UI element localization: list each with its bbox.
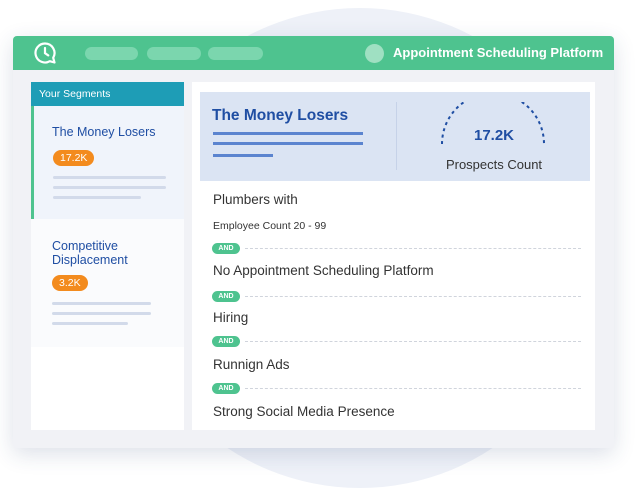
criteria-item: Strong Social Media Presence xyxy=(213,404,395,419)
criteria-divider xyxy=(245,248,581,249)
chat-bubble-clock-icon[interactable] xyxy=(33,41,57,65)
segment-count-badge: 17.2K xyxy=(53,150,95,166)
nav-placeholder-2[interactable] xyxy=(147,47,201,60)
criteria-divider xyxy=(245,388,581,389)
criteria-divider xyxy=(245,296,581,297)
placeholder-line xyxy=(52,312,151,315)
prospects-count-value: 17.2K xyxy=(473,127,515,144)
criteria-item: Runnign Ads xyxy=(213,357,290,372)
criteria-item: Hiring xyxy=(213,310,249,325)
segment-detail-panel: The Money Losers 17.2K Prospects Count P… xyxy=(192,82,595,430)
placeholder-bar xyxy=(213,132,363,135)
segment-summary-card: The Money Losers 17.2K Prospects Count xyxy=(200,92,590,181)
segment-name: The Money Losers xyxy=(52,125,156,139)
segments-sidebar: Your Segments The Money Losers 17.2K Com… xyxy=(31,82,184,430)
user-avatar[interactable] xyxy=(365,44,384,63)
placeholder-line xyxy=(52,302,151,305)
placeholder-line xyxy=(52,322,128,325)
placeholder-line xyxy=(53,176,166,179)
and-connector: AND xyxy=(212,383,240,394)
criteria-item: Plumbers with xyxy=(213,192,298,207)
criteria-item: No Appointment Scheduling Platform xyxy=(213,263,434,278)
top-bar: Appointment Scheduling Platform xyxy=(13,36,614,70)
and-connector: AND xyxy=(212,336,240,347)
segment-name: Competitive Displacement xyxy=(52,239,128,267)
criteria-item: Employee Count 20 - 99 xyxy=(213,220,327,232)
segment-title: The Money Losers xyxy=(212,107,349,124)
placeholder-line xyxy=(53,186,166,189)
criteria-divider xyxy=(245,341,581,342)
nav-placeholder-1[interactable] xyxy=(85,47,138,60)
segment-item-competitive-displacement[interactable]: Competitive Displacement 3.2K xyxy=(31,219,184,347)
placeholder-line xyxy=(53,196,141,199)
prospects-count-label: Prospects Count xyxy=(445,157,543,172)
segment-item-money-losers[interactable]: The Money Losers 17.2K xyxy=(31,106,184,219)
and-connector: AND xyxy=(212,243,240,254)
sidebar-header: Your Segments xyxy=(31,82,184,106)
and-connector: AND xyxy=(212,291,240,302)
app-title: Appointment Scheduling Platform xyxy=(393,45,604,60)
app-window: Appointment Scheduling Platform Your Seg… xyxy=(13,36,614,448)
nav-placeholder-3[interactable] xyxy=(208,47,263,60)
placeholder-bar xyxy=(213,142,363,145)
segment-count-badge: 3.2K xyxy=(52,275,88,291)
card-divider xyxy=(396,102,397,170)
placeholder-bar xyxy=(213,154,273,157)
